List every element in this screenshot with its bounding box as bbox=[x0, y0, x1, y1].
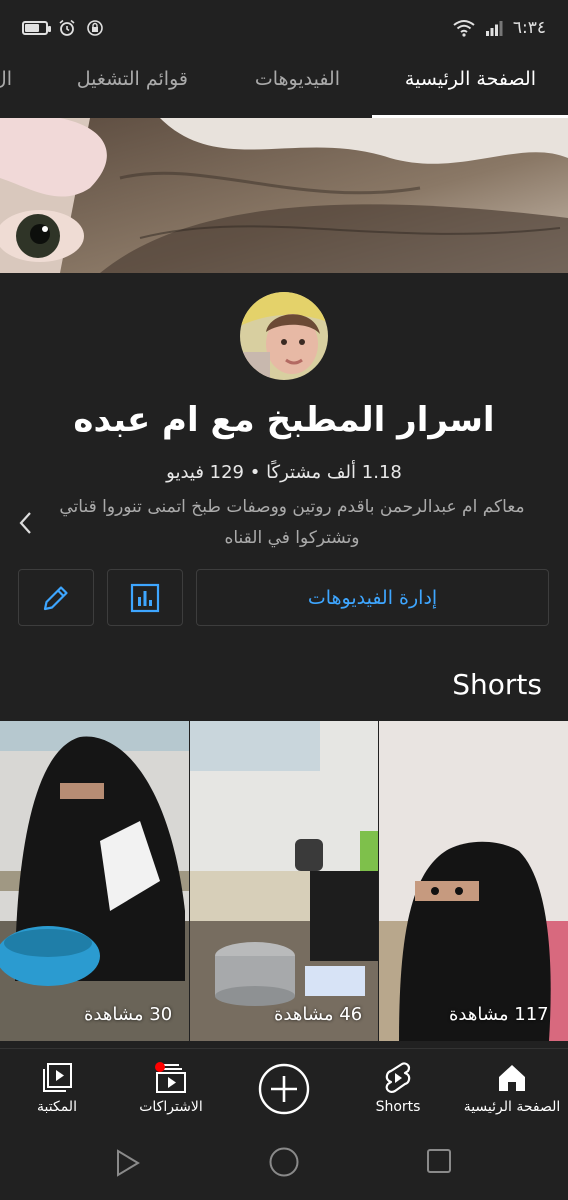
edit-channel-button[interactable] bbox=[18, 569, 94, 626]
nav-home[interactable]: الصفحة الرئيسية bbox=[456, 1049, 568, 1129]
subscriptions-icon bbox=[155, 1062, 186, 1093]
nav-library[interactable]: المكتبة bbox=[14, 1049, 100, 1129]
nav-subscriptions[interactable]: الاشتراكات bbox=[126, 1049, 216, 1129]
nav-subscriptions-label: الاشتراكات bbox=[139, 1099, 203, 1115]
lock-rotation-icon bbox=[87, 20, 103, 36]
tab-playlists[interactable]: قوائم التشغيل bbox=[77, 56, 188, 118]
system-navigation-bar bbox=[0, 1128, 568, 1200]
channel-stats: 1.18 ألف مشتركًا • 129 فيديو bbox=[166, 462, 402, 483]
chevron-left-icon[interactable] bbox=[14, 508, 38, 538]
channel-tabs: الصفحة الرئيسية الفيديوهات قوائم التشغيل… bbox=[0, 56, 568, 118]
nav-library-label: المكتبة bbox=[37, 1099, 77, 1115]
channel-avatar[interactable] bbox=[240, 292, 328, 380]
home-icon bbox=[499, 1065, 525, 1091]
channel-name: اسرار المطبخ مع ام عبده bbox=[73, 400, 495, 440]
bottom-navigation: الصفحة الرئيسية Shorts الاشتراكات المكتب… bbox=[0, 1048, 568, 1129]
wifi-icon bbox=[453, 20, 475, 37]
status-bar: ٦:٣٤ bbox=[0, 0, 568, 56]
back-icon[interactable] bbox=[112, 1148, 142, 1178]
nav-shorts[interactable]: Shorts bbox=[352, 1049, 444, 1129]
short-item[interactable]: 30 مشاهدة bbox=[0, 721, 189, 1041]
library-icon bbox=[43, 1063, 72, 1092]
tab-more[interactable]: ال bbox=[0, 56, 12, 118]
shorts-shelf: 117 مشاهدة 46 مشاهدة 30 مشاهدة bbox=[0, 721, 568, 1041]
analytics-icon bbox=[130, 583, 160, 612]
short-views: 117 مشاهدة bbox=[449, 1004, 549, 1025]
short-views: 30 مشاهدة bbox=[84, 1004, 173, 1025]
analytics-button[interactable] bbox=[107, 569, 183, 626]
nav-shorts-label: Shorts bbox=[375, 1099, 421, 1115]
recents-icon[interactable] bbox=[426, 1148, 452, 1174]
manage-videos-label: إدارة الفيديوهات bbox=[307, 586, 438, 609]
alarm-icon bbox=[59, 19, 75, 36]
manage-videos-button[interactable]: إدارة الفيديوهات bbox=[196, 569, 549, 626]
shorts-section-title: Shorts bbox=[452, 668, 542, 701]
home-circle-icon[interactable] bbox=[268, 1146, 300, 1178]
channel-banner bbox=[0, 118, 568, 273]
shorts-icon bbox=[385, 1062, 411, 1093]
pencil-icon bbox=[43, 585, 68, 610]
tab-videos[interactable]: الفيديوهات bbox=[255, 56, 340, 118]
short-item[interactable]: 117 مشاهدة bbox=[379, 721, 568, 1041]
nav-home-label: الصفحة الرئيسية bbox=[463, 1099, 561, 1115]
clock: ٦:٣٤ bbox=[512, 18, 546, 38]
tab-home[interactable]: الصفحة الرئيسية bbox=[405, 56, 536, 118]
add-circle-icon bbox=[258, 1063, 310, 1115]
short-item[interactable]: 46 مشاهدة bbox=[190, 721, 378, 1041]
battery-icon bbox=[22, 21, 51, 35]
channel-description[interactable]: معاكم ام عبدالرحمن باقدم روتين ووصفات طب… bbox=[44, 492, 540, 554]
create-button[interactable] bbox=[244, 1049, 324, 1129]
short-views: 46 مشاهدة bbox=[274, 1004, 363, 1025]
signal-icon bbox=[485, 21, 503, 36]
